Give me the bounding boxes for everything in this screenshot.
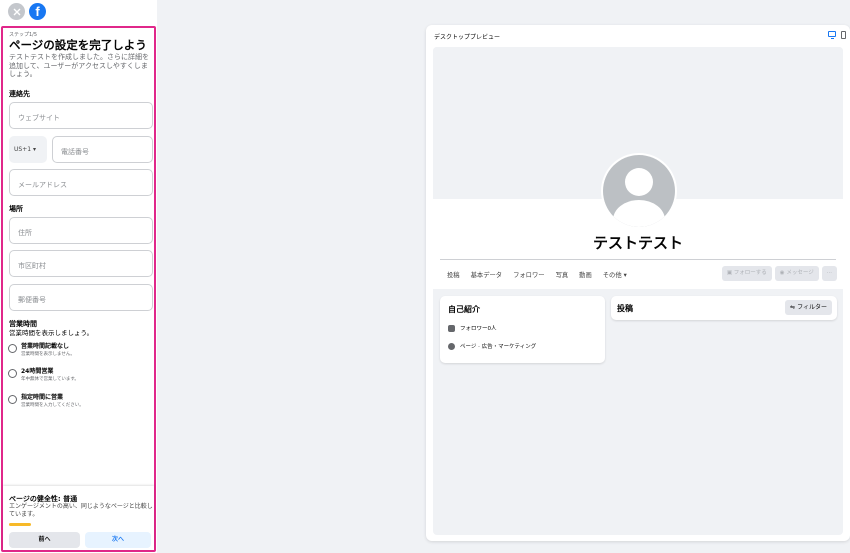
mobile-icon[interactable] <box>841 31 846 39</box>
hours-option-specified[interactable]: 指定時間に営業 営業時間を入力してください。 <box>8 392 84 408</box>
profile-avatar <box>601 153 677 229</box>
page-health-section: ページの健全性: 普通 エンゲージメントの高い、同じようなページと比較しています… <box>3 486 154 550</box>
city-field[interactable]: 市区町村 <box>9 250 153 277</box>
info-icon <box>448 342 455 350</box>
intro-item-label: フォロワー0人 <box>460 326 497 332</box>
device-toggle <box>828 31 846 39</box>
intro-item-category: ページ · 広告・マーケティング <box>448 342 536 350</box>
hours-option-none[interactable]: 営業時間記載なし 営業時間を表示しません。 <box>8 341 75 357</box>
page-name: テストテスト <box>592 234 683 252</box>
desktop-icon[interactable] <box>828 31 836 39</box>
tab-followers[interactable]: フォロワー <box>513 270 544 279</box>
hours-option-sub: 営業時間を表示しません。 <box>21 352 75 357</box>
prev-button[interactable]: 前へ <box>9 532 80 548</box>
hours-option-24h[interactable]: 24時間営業 年中無休で営業しています。 <box>8 366 79 382</box>
top-icons: f <box>8 3 46 20</box>
hours-option-sub: 営業時間を入力してください。 <box>21 403 84 408</box>
location-label: 場所 <box>9 205 23 213</box>
radio-button[interactable] <box>8 344 17 353</box>
setup-panel: ステップ1/5 ページの設定を完了しよう テストテストを作成しました。さらに詳細… <box>1 26 156 552</box>
panel-description: テストテストを作成しました。さらに詳細を追加して、ユーザーがアクセスしやすくしま… <box>9 53 149 79</box>
intro-item-label: ページ · 広告・マーケティング <box>460 344 537 350</box>
hours-option-label: 指定時間に営業 <box>21 394 64 401</box>
hours-option-label: 24時間営業 <box>21 368 54 375</box>
tab-photos[interactable]: 写真 <box>556 270 569 279</box>
desktop-preview-window: デスクトッププレビュー テストテスト 投稿 基本データ フォロワー 写真 動画 … <box>426 25 850 541</box>
country-code-select[interactable]: US+1 ▾ <box>9 136 47 163</box>
next-button[interactable]: 次へ <box>85 532 151 548</box>
posts-card: 投稿 ⇋ フィルター <box>611 296 837 320</box>
close-icon <box>13 8 20 15</box>
website-field[interactable]: ウェブサイト <box>9 102 153 129</box>
panel-title: ページの設定を完了しよう <box>9 38 147 52</box>
avatar-placeholder-icon <box>603 155 675 227</box>
page-tabs: 投稿 基本データ フォロワー 写真 動画 その他 ▾ <box>447 270 627 279</box>
message-label: メッセージ <box>786 270 814 276</box>
message-button[interactable]: ◉ メッセージ <box>774 266 819 281</box>
tab-posts[interactable]: 投稿 <box>447 270 460 279</box>
tab-videos[interactable]: 動画 <box>579 270 592 279</box>
sidebar: f ステップ1/5 ページの設定を完了しよう テストテストを作成しました。さらに… <box>0 0 157 553</box>
phone-field[interactable]: 電話番号 <box>52 136 153 163</box>
divider <box>440 259 836 260</box>
tab-about[interactable]: 基本データ <box>471 270 502 279</box>
email-field[interactable]: メールアドレス <box>9 169 153 196</box>
facebook-logo-icon[interactable]: f <box>29 3 46 20</box>
contact-label: 連絡先 <box>9 90 30 98</box>
hours-option-sub: 年中無休で営業しています。 <box>21 377 79 382</box>
preview-title: デスクトッププレビュー <box>434 34 501 41</box>
more-options-button[interactable]: ··· <box>821 266 837 281</box>
tab-more[interactable]: その他 ▾ <box>603 270 627 279</box>
filter-label: フィルター <box>797 304 827 311</box>
follow-label: フォローする <box>733 270 767 276</box>
health-progress-bar <box>9 523 31 526</box>
address-field[interactable]: 住所 <box>9 217 153 244</box>
intro-title: 自己紹介 <box>448 305 480 314</box>
radio-button[interactable] <box>8 369 17 378</box>
page-preview: テストテスト 投稿 基本データ フォロワー 写真 動画 その他 ▾ ▣ フォロー… <box>433 47 843 535</box>
intro-item-followers: フォロワー0人 <box>448 324 497 332</box>
health-description: エンゲージメントの高い、同じようなページと比較しています。 <box>9 503 153 518</box>
hours-option-label: 営業時間記載なし <box>21 343 70 350</box>
close-button[interactable] <box>8 3 25 20</box>
followers-icon <box>448 324 455 332</box>
follow-icon: ▣ <box>726 270 734 276</box>
zip-field[interactable]: 郵便番号 <box>9 284 153 311</box>
page-actions: ▣ フォローする ◉ メッセージ ··· <box>721 266 837 281</box>
hours-description: 営業時間を表示しましょう。 <box>9 329 94 337</box>
filter-button[interactable]: ⇋ フィルター <box>785 300 832 315</box>
intro-card: 自己紹介 フォロワー0人 ページ · 広告・マーケティング <box>440 296 605 363</box>
posts-title: 投稿 <box>617 304 633 313</box>
follow-button[interactable]: ▣ フォローする <box>721 266 772 281</box>
radio-button[interactable] <box>8 395 17 404</box>
